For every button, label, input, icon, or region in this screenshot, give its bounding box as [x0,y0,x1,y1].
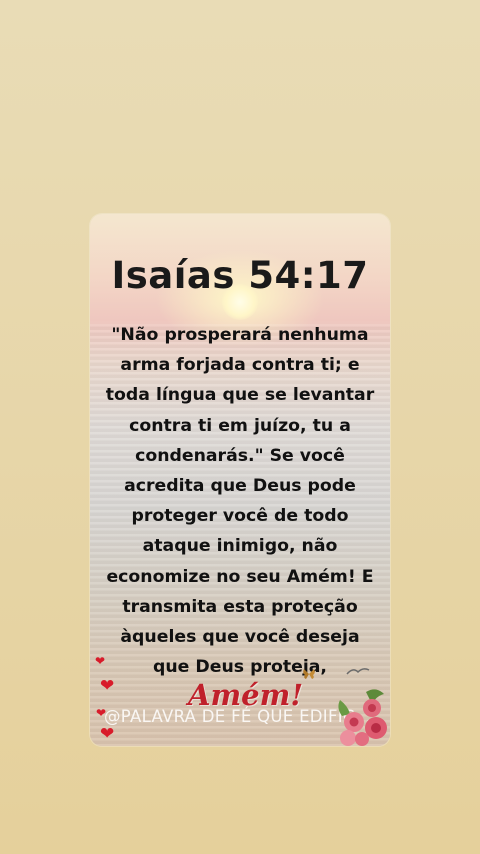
verse-text: "Não prosperará nenhuma arma forjada con… [105,325,375,678]
verse-reference-title: Isaías 54:17 [111,254,369,297]
heart-icon: ❤ [100,676,115,696]
verse-card: Isaías 54:17 "Não prosperará nenhuma arm… [90,214,390,746]
heart-icon: ❤ [96,706,107,720]
heart-icon: ❤ [100,724,115,744]
butterfly-icon [303,669,315,679]
heart-icon: ❤ [95,654,106,668]
bird-icon [346,668,370,675]
rose-bouquet-icon [338,689,387,746]
